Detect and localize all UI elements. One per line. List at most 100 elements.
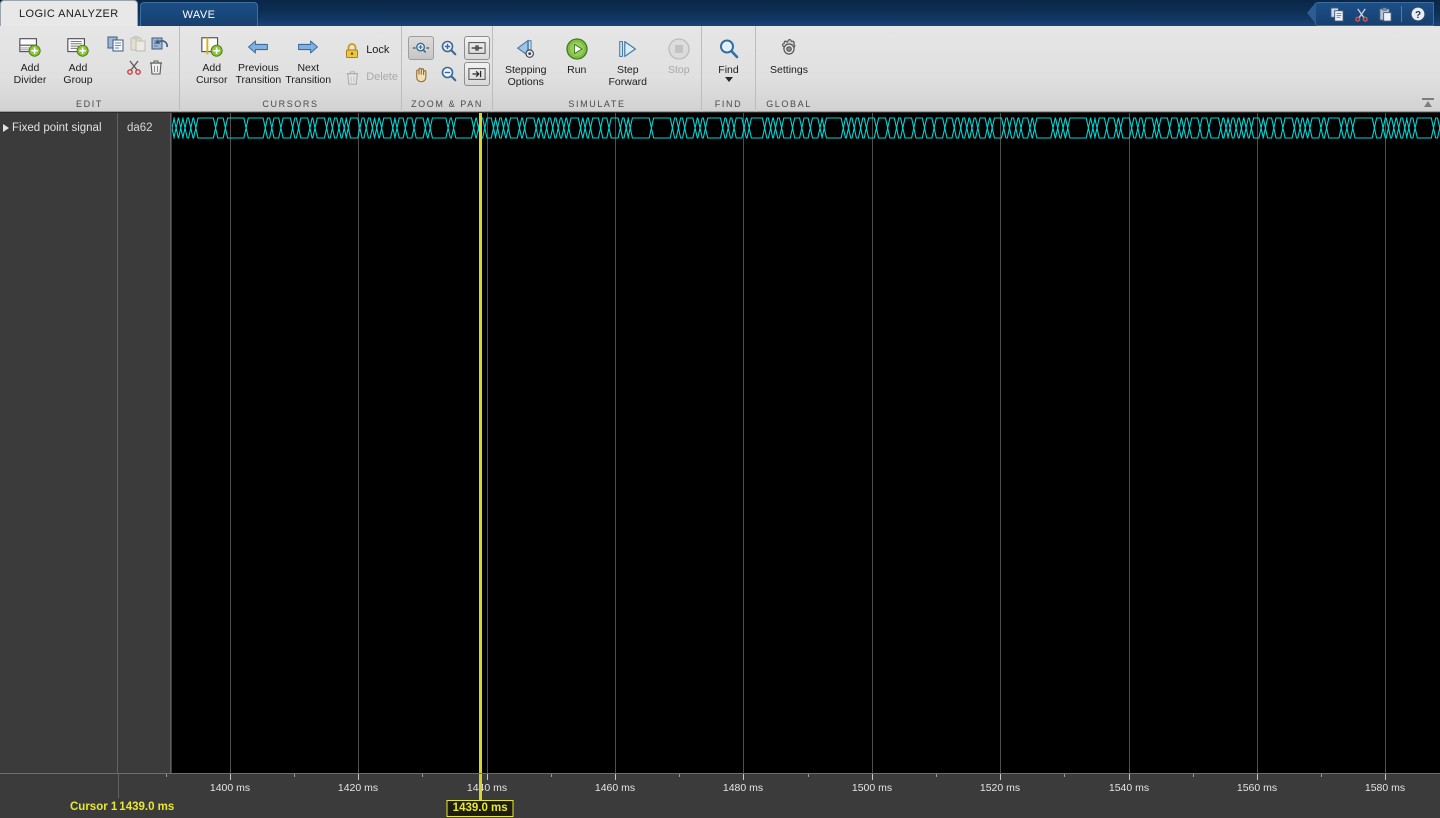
delete-cursor-button: Delete xyxy=(339,65,401,89)
stop-label: Stop xyxy=(667,64,690,76)
axis-major-tick xyxy=(872,774,873,780)
ribbon-group-edit: Add Divider Add Group EDIT xyxy=(0,26,180,112)
previous-transition-button[interactable]: Previous Transition xyxy=(233,30,283,86)
help-icon[interactable]: ? xyxy=(1407,5,1429,23)
signal-row-name[interactable]: Fixed point signal xyxy=(0,113,117,143)
cursor-time-badge[interactable]: 1439.0 ms xyxy=(446,800,514,817)
axis-minor-tick xyxy=(1193,774,1194,777)
fit-to-view-icon[interactable] xyxy=(464,36,490,60)
next-transition-button[interactable]: Next Transition xyxy=(283,30,333,86)
ribbon-group-simulate: Stepping Options Run Step Forward Stop S… xyxy=(493,26,702,112)
axis-major-tick xyxy=(487,774,488,780)
add-group-icon xyxy=(66,35,90,59)
ribbon-group-cursors-title: CURSORS xyxy=(262,99,319,109)
expand-triangle-icon[interactable] xyxy=(3,124,9,132)
bus-waveform-path xyxy=(172,127,1440,139)
axis-minor-tick xyxy=(551,774,552,777)
stepping-options-button[interactable]: Stepping Options xyxy=(497,32,554,88)
zoom-to-end-icon[interactable] xyxy=(464,62,490,86)
paste-icon xyxy=(128,34,148,54)
add-cursor-icon xyxy=(200,35,224,59)
ribbon-group-cursors: Add Cursor Previous Transition Next Transit… xyxy=(180,26,402,112)
zoom-out-icon[interactable] xyxy=(436,62,462,86)
undo-icon[interactable] xyxy=(150,34,170,54)
minimize-ribbon-button[interactable] xyxy=(1420,96,1436,110)
cursor-readout: Cursor 1 1439.0 ms xyxy=(70,798,174,816)
axis-tick-label: 1440 ms xyxy=(466,782,508,794)
cursor-line[interactable] xyxy=(479,113,483,773)
add-divider-icon xyxy=(18,35,42,59)
trash-icon[interactable] xyxy=(146,57,166,77)
stepping-options-label: Stepping Options xyxy=(505,64,547,88)
ribbon-group-zoom-pan: ZOOM & PAN xyxy=(402,26,493,112)
axis-major-tick xyxy=(1257,774,1258,780)
next-transition-label: Next Transition xyxy=(285,62,332,86)
axis-minor-tick xyxy=(1064,774,1065,777)
cursor-time-label: 1439.0 ms xyxy=(119,801,175,813)
lock-cursor-button[interactable]: Lock xyxy=(339,38,401,62)
lock-label: Lock xyxy=(366,44,390,56)
settings-gear-icon xyxy=(777,37,801,61)
step-forward-button[interactable]: Step Forward xyxy=(599,32,656,88)
copy-icon[interactable] xyxy=(1326,5,1348,23)
settings-button[interactable]: Settings xyxy=(758,32,820,76)
ribbon-group-zoom-pan-title: ZOOM & PAN xyxy=(411,99,483,109)
next-transition-icon xyxy=(296,35,320,59)
axis-tick-label: 1460 ms xyxy=(594,782,636,794)
run-label: Run xyxy=(567,64,587,76)
step-forward-label: Step Forward xyxy=(608,64,647,88)
ribbon-group-simulate-title: SIMULATE xyxy=(568,99,626,109)
previous-transition-label: Previous Transition xyxy=(235,62,282,86)
stop-icon xyxy=(667,37,691,61)
axis-tick-label: 1560 ms xyxy=(1236,782,1278,794)
axis-tick-label: 1400 ms xyxy=(209,782,251,794)
step-forward-icon xyxy=(616,37,640,61)
tab-wave[interactable]: WAVE xyxy=(139,2,259,26)
zoom-in-region-icon[interactable] xyxy=(408,36,434,60)
paste-icon[interactable] xyxy=(1374,5,1396,23)
stop-button: Stop xyxy=(656,32,701,76)
axis-minor-tick xyxy=(679,774,680,777)
ribbon-group-find-title: FIND xyxy=(714,99,743,109)
settings-label: Settings xyxy=(770,64,808,76)
axis-minor-tick xyxy=(808,774,809,777)
qat-separator xyxy=(1401,6,1402,22)
signal-name-column: Fixed point signal xyxy=(0,113,118,773)
delete-label: Delete xyxy=(366,71,398,83)
svg-text:?: ? xyxy=(1415,10,1421,21)
waveform-canvas[interactable] xyxy=(172,113,1440,773)
wave-workspace: Fixed point signal da62 1400 ms 1420 ms 14… xyxy=(0,113,1440,818)
title-bar: LOGIC ANALYZER WAVE ? xyxy=(0,0,1440,26)
add-cursor-button[interactable]: Add Cursor xyxy=(190,30,233,86)
axis-major-tick xyxy=(1385,774,1386,780)
add-group-button[interactable]: Add Group xyxy=(54,30,102,86)
signal-value: da62 xyxy=(127,122,153,134)
ribbon-group-global: Settings GLOBAL xyxy=(756,26,822,112)
axis-major-tick xyxy=(1129,774,1130,780)
run-button[interactable]: Run xyxy=(554,32,599,76)
axis-major-tick xyxy=(1000,774,1001,780)
cut-scissors-icon[interactable] xyxy=(1350,5,1372,23)
find-label: Find xyxy=(718,64,739,76)
axis-tick-label: 1500 ms xyxy=(851,782,893,794)
axis-minor-tick xyxy=(1321,774,1322,777)
cursor-name-label: Cursor 1 xyxy=(70,801,118,813)
tab-strip: LOGIC ANALYZER WAVE xyxy=(0,0,260,26)
axis-tick-label: 1480 ms xyxy=(722,782,764,794)
tab-logic-analyzer[interactable]: LOGIC ANALYZER xyxy=(0,0,138,26)
add-cursor-label: Add Cursor xyxy=(195,62,228,86)
copy-icon[interactable] xyxy=(106,34,126,54)
chevron-down-icon[interactable] xyxy=(724,77,733,82)
pan-hand-icon[interactable] xyxy=(408,62,434,86)
signal-name-label: Fixed point signal xyxy=(12,122,102,134)
previous-transition-icon xyxy=(246,35,270,59)
add-divider-button[interactable]: Add Divider xyxy=(6,30,54,86)
find-button[interactable]: Find xyxy=(705,32,753,82)
zoom-in-icon[interactable] xyxy=(436,36,462,60)
axis-major-tick xyxy=(615,774,616,780)
ribbon-group-global-title: GLOBAL xyxy=(766,99,812,109)
cut-icon[interactable] xyxy=(124,57,144,77)
ribbon-group-edit-title: EDIT xyxy=(76,99,103,109)
signal-value-column: da62 xyxy=(119,113,171,773)
stepping-options-icon xyxy=(514,37,538,61)
